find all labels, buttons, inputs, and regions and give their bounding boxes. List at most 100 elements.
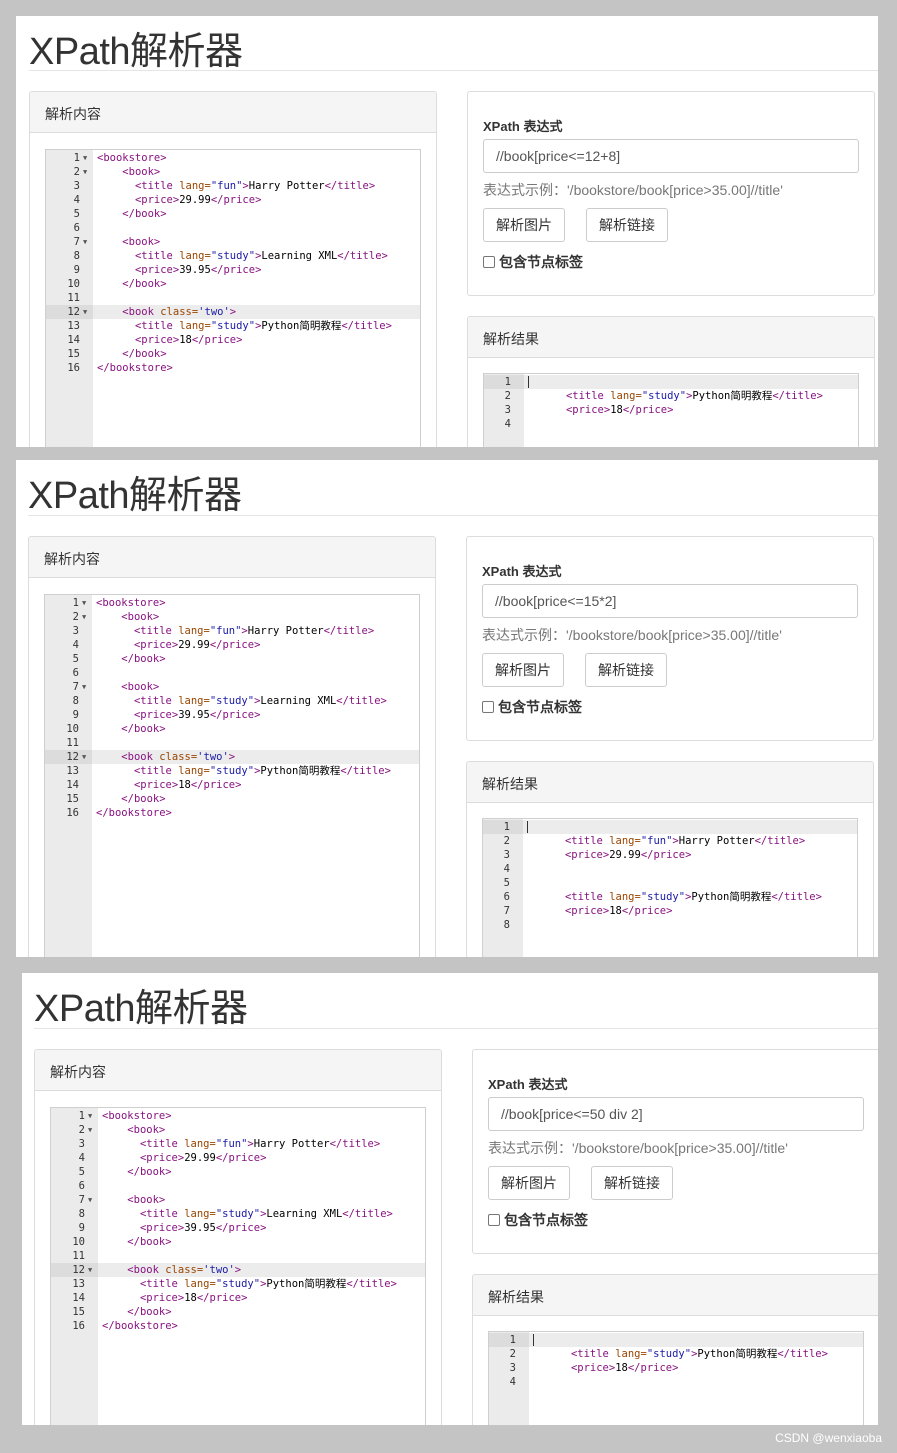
result-editor[interactable]: 1 2 3 4 <title lang="study">Python简明教程</tit… bbox=[483, 373, 859, 447]
code-line[interactable]: <price>18</price> bbox=[92, 778, 419, 792]
code-line[interactable]: <price>29.99</price> bbox=[92, 638, 419, 652]
fold-arrow-icon[interactable]: ▼ bbox=[83, 165, 87, 179]
include-tags-checkbox-row[interactable]: 包含节点标签 bbox=[482, 697, 582, 717]
code-line[interactable]: <title lang="fun">Harry Potter</title> bbox=[92, 624, 419, 638]
code-line[interactable]: <book class='two'> bbox=[98, 1263, 425, 1277]
fold-arrow-icon[interactable]: ▼ bbox=[82, 610, 86, 624]
code-line[interactable]: <price>39.95</price> bbox=[93, 263, 420, 277]
code-line[interactable]: <price>39.95</price> bbox=[92, 708, 419, 722]
code-line[interactable]: <bookstore> bbox=[92, 596, 419, 610]
code-area[interactable]: <title lang="study">Python简明教程</title> <… bbox=[529, 1332, 863, 1425]
code-line[interactable] bbox=[529, 1375, 863, 1389]
code-line[interactable]: <book> bbox=[92, 680, 419, 694]
code-line[interactable]: <title lang="fun">Harry Potter</title> bbox=[523, 834, 857, 848]
code-line[interactable]: </book> bbox=[92, 652, 419, 666]
fold-arrow-icon[interactable]: ▼ bbox=[83, 151, 87, 165]
code-line[interactable] bbox=[93, 291, 420, 305]
code-line[interactable] bbox=[524, 417, 858, 431]
fold-arrow-icon[interactable]: ▼ bbox=[83, 305, 87, 319]
code-line[interactable] bbox=[523, 862, 857, 876]
code-line[interactable] bbox=[523, 876, 857, 890]
xpath-input[interactable] bbox=[482, 584, 858, 618]
source-editor[interactable]: 1 ▼ 2 ▼ 3 4 5 6 7 ▼ 8 9 10 11 12 ▼ 13 14 15 16 <bookstore> … bbox=[45, 149, 421, 447]
code-area[interactable]: <bookstore> <book> <title lang="fun">Har… bbox=[93, 150, 420, 447]
code-line[interactable]: </bookstore> bbox=[98, 1319, 425, 1333]
code-line[interactable]: <price>18</price> bbox=[98, 1291, 425, 1305]
code-line[interactable]: <book> bbox=[92, 610, 419, 624]
code-line[interactable]: <price>18</price> bbox=[93, 333, 420, 347]
code-line[interactable] bbox=[524, 375, 858, 389]
code-line[interactable]: <price>29.99</price> bbox=[523, 848, 857, 862]
fold-arrow-icon[interactable]: ▼ bbox=[88, 1109, 92, 1123]
code-area[interactable]: <bookstore> <book> <title lang="fun">Har… bbox=[92, 595, 419, 957]
parse-link-button[interactable]: 解析链接 bbox=[585, 653, 667, 687]
code-line[interactable]: <title lang="study">Python简明教程</title> bbox=[92, 764, 419, 778]
code-line[interactable]: <bookstore> bbox=[93, 151, 420, 165]
xpath-input[interactable] bbox=[488, 1097, 864, 1131]
code-line[interactable]: <price>39.95</price> bbox=[98, 1221, 425, 1235]
code-line[interactable]: <title lang="fun">Harry Potter</title> bbox=[93, 179, 420, 193]
code-line[interactable]: </book> bbox=[92, 722, 419, 736]
code-line[interactable]: <title lang="study">Learning XML</title> bbox=[92, 694, 419, 708]
code-line[interactable]: <bookstore> bbox=[98, 1109, 425, 1123]
code-line[interactable] bbox=[92, 736, 419, 750]
code-area[interactable]: <title lang="study">Python简明教程</title> <… bbox=[524, 374, 858, 447]
xpath-input[interactable] bbox=[483, 139, 859, 173]
parse-image-button[interactable]: 解析图片 bbox=[483, 208, 565, 242]
code-area[interactable]: <bookstore> <book> <title lang="fun">Har… bbox=[98, 1108, 425, 1425]
code-line[interactable]: </book> bbox=[98, 1305, 425, 1319]
code-line[interactable]: <book> bbox=[93, 235, 420, 249]
code-line[interactable]: <title lang="study">Python简明教程</title> bbox=[98, 1277, 425, 1291]
code-line[interactable] bbox=[523, 820, 857, 834]
code-line[interactable]: </book> bbox=[92, 792, 419, 806]
code-line[interactable]: <title lang="fun">Harry Potter</title> bbox=[98, 1137, 425, 1151]
code-line[interactable]: <book class='two'> bbox=[93, 305, 420, 319]
code-line[interactable]: <price>29.99</price> bbox=[93, 193, 420, 207]
code-line[interactable] bbox=[98, 1249, 425, 1263]
fold-arrow-icon[interactable]: ▼ bbox=[82, 750, 86, 764]
code-line[interactable]: </bookstore> bbox=[93, 361, 420, 375]
result-editor[interactable]: 1 2 3 4 5 6 7 8 <title lang="fun">Harry Potter<… bbox=[482, 818, 858, 957]
fold-arrow-icon[interactable]: ▼ bbox=[88, 1123, 92, 1137]
include-tags-checkbox-row[interactable]: 包含节点标签 bbox=[488, 1210, 588, 1230]
code-line[interactable] bbox=[98, 1179, 425, 1193]
parse-link-button[interactable]: 解析链接 bbox=[586, 208, 668, 242]
code-line[interactable]: </book> bbox=[98, 1165, 425, 1179]
fold-arrow-icon[interactable]: ▼ bbox=[83, 235, 87, 249]
code-line[interactable]: <book> bbox=[98, 1123, 425, 1137]
code-line[interactable]: <title lang="study">Learning XML</title> bbox=[93, 249, 420, 263]
code-line[interactable]: </book> bbox=[98, 1235, 425, 1249]
source-editor[interactable]: 1 ▼ 2 ▼ 3 4 5 6 7 ▼ 8 9 10 11 12 ▼ 13 14 15 16 <bookstore> … bbox=[50, 1107, 426, 1425]
parse-link-button[interactable]: 解析链接 bbox=[591, 1166, 673, 1200]
parse-image-button[interactable]: 解析图片 bbox=[488, 1166, 570, 1200]
code-line[interactable]: <price>29.99</price> bbox=[98, 1151, 425, 1165]
code-line[interactable]: </book> bbox=[93, 207, 420, 221]
code-line[interactable]: <title lang="study">Learning XML</title> bbox=[98, 1207, 425, 1221]
code-line[interactable]: <price>18</price> bbox=[529, 1361, 863, 1375]
fold-arrow-icon[interactable]: ▼ bbox=[82, 596, 86, 610]
code-line[interactable]: <title lang="study">Python简明教程</title> bbox=[93, 319, 420, 333]
code-line[interactable]: </bookstore> bbox=[92, 806, 419, 820]
code-line[interactable]: <book class='two'> bbox=[92, 750, 419, 764]
code-line[interactable]: </book> bbox=[93, 277, 420, 291]
code-line[interactable]: <book> bbox=[98, 1193, 425, 1207]
code-line[interactable]: <title lang="study">Python简明教程</title> bbox=[523, 890, 857, 904]
source-editor[interactable]: 1 ▼ 2 ▼ 3 4 5 6 7 ▼ 8 9 10 11 12 ▼ 13 14 15 16 <bookstore> … bbox=[44, 594, 420, 957]
fold-arrow-icon[interactable]: ▼ bbox=[88, 1193, 92, 1207]
code-line[interactable]: <price>18</price> bbox=[523, 904, 857, 918]
code-line[interactable]: <title lang="study">Python简明教程</title> bbox=[524, 389, 858, 403]
code-line[interactable] bbox=[93, 221, 420, 235]
include-tags-checkbox-row[interactable]: 包含节点标签 bbox=[483, 252, 583, 272]
code-line[interactable]: <title lang="study">Python简明教程</title> bbox=[529, 1347, 863, 1361]
result-editor[interactable]: 1 2 3 4 <title lang="study">Python简明教程</tit… bbox=[488, 1331, 864, 1425]
include-tags-checkbox[interactable] bbox=[483, 256, 495, 268]
include-tags-checkbox[interactable] bbox=[488, 1214, 500, 1226]
code-line[interactable] bbox=[523, 918, 857, 932]
fold-arrow-icon[interactable]: ▼ bbox=[88, 1263, 92, 1277]
include-tags-checkbox[interactable] bbox=[482, 701, 494, 713]
code-line[interactable] bbox=[92, 666, 419, 680]
code-line[interactable]: <price>18</price> bbox=[524, 403, 858, 417]
fold-arrow-icon[interactable]: ▼ bbox=[82, 680, 86, 694]
code-area[interactable]: <title lang="fun">Harry Potter</title> <… bbox=[523, 819, 857, 957]
code-line[interactable] bbox=[529, 1333, 863, 1347]
